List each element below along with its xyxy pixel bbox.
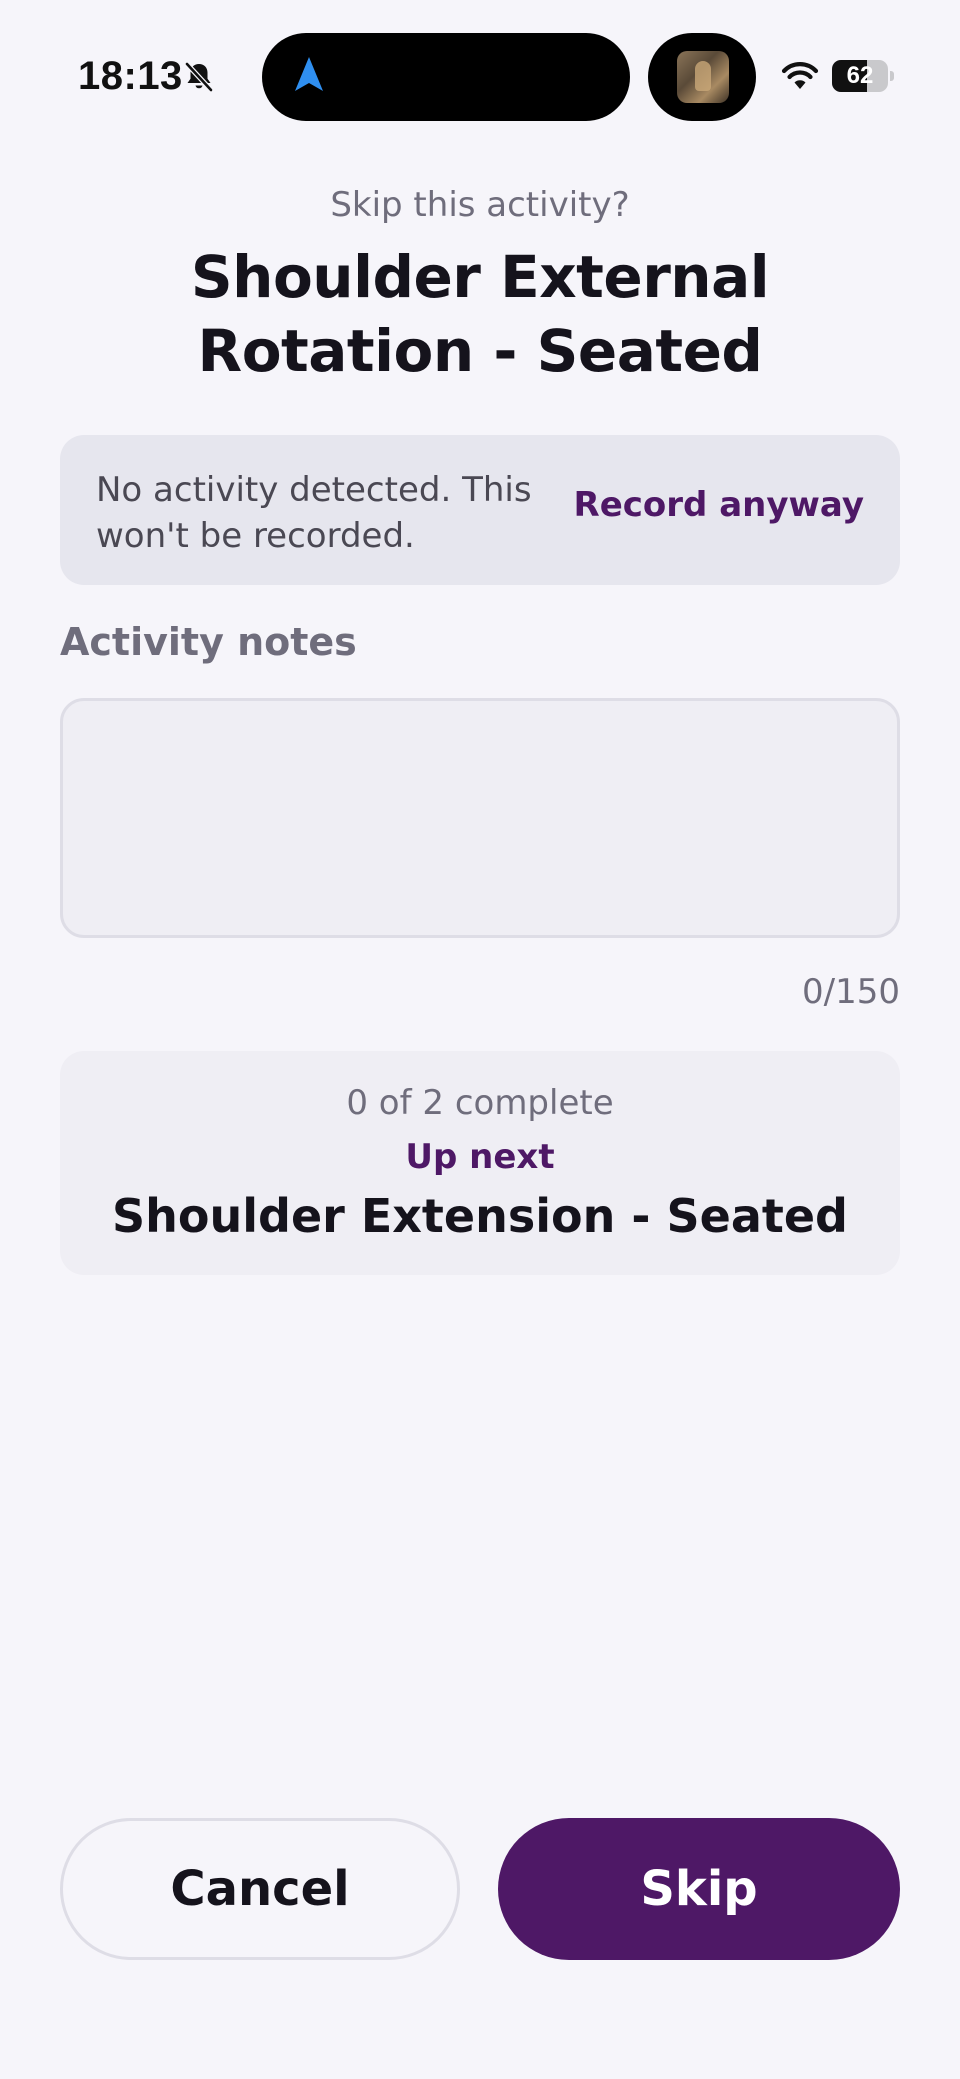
dialog-subtitle: Skip this activity?	[330, 185, 630, 225]
activity-notes-label: Activity notes	[60, 620, 357, 664]
cancel-button[interactable]: Cancel	[60, 1818, 460, 1960]
up-next-label: Up next	[405, 1137, 555, 1177]
wifi-icon	[781, 62, 819, 89]
battery-body: 62	[832, 60, 888, 92]
next-activity-name: Shoulder Extension - Seated	[112, 1189, 848, 1243]
record-anyway-button[interactable]: Record anyway	[574, 485, 864, 525]
navigation-arrow-icon	[295, 57, 323, 91]
no-activity-banner: No activity detected. This won't be reco…	[60, 435, 900, 585]
battery-icon: 62	[832, 60, 894, 92]
dynamic-island[interactable]	[262, 33, 630, 121]
album-artwork	[677, 51, 729, 103]
progress-card: 0 of 2 complete Up next Shoulder Extensi…	[60, 1051, 900, 1275]
status-bar: 18:13 62	[0, 0, 960, 150]
skip-button[interactable]: Skip	[498, 1818, 900, 1960]
now-playing-island[interactable]	[648, 33, 756, 121]
battery-tip	[890, 71, 894, 81]
status-time: 18:13	[78, 54, 183, 98]
progress-count: 0 of 2 complete	[346, 1083, 614, 1123]
activity-notes-input[interactable]	[60, 698, 900, 938]
no-activity-message: No activity detected. This won't be reco…	[96, 470, 532, 556]
notes-char-count: 0/150	[802, 972, 900, 1012]
activity-title: Shoulder External Rotation - Seated	[190, 243, 770, 385]
battery-level: 62	[846, 62, 874, 89]
bell-slash-icon	[185, 62, 213, 92]
